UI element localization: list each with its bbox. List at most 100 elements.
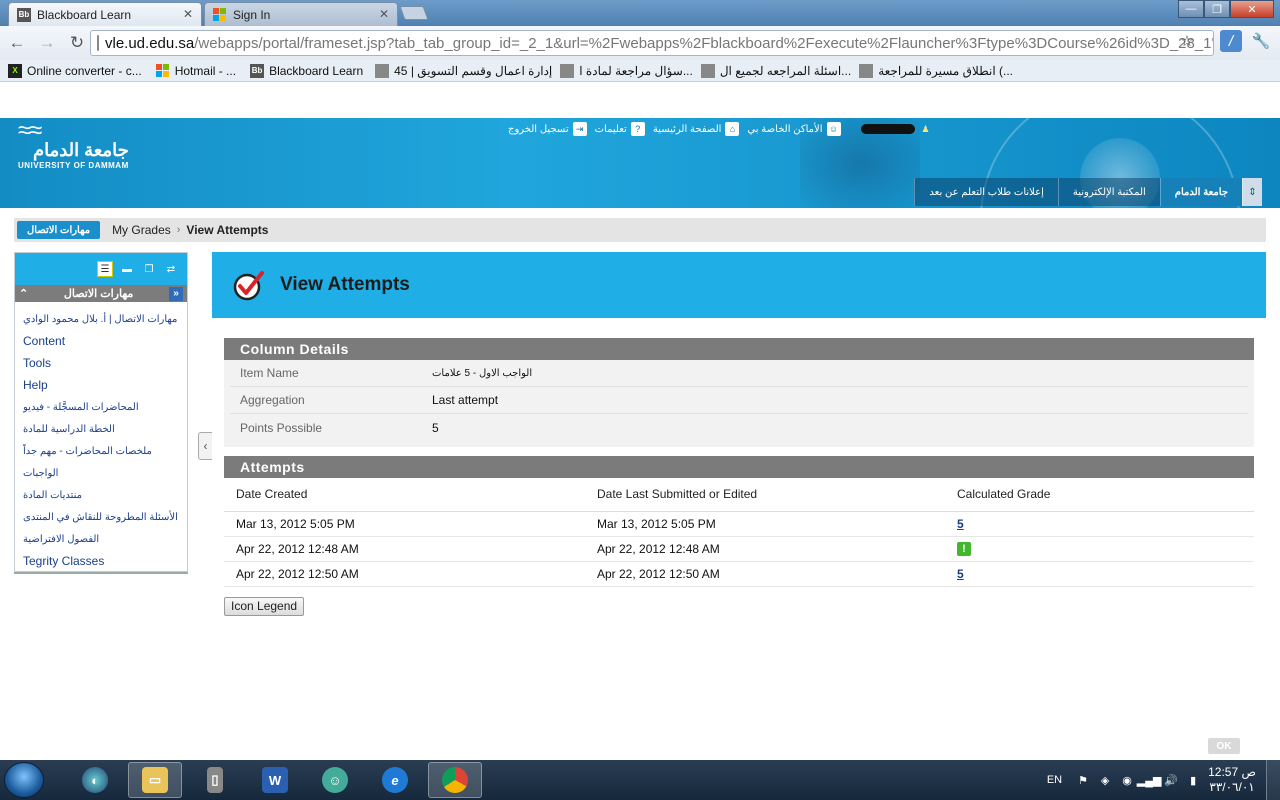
logout-icon: ⇥ (572, 122, 587, 136)
menu-item-tegrity[interactable]: Tegrity Classes (23, 550, 179, 572)
breadcrumb-my-grades[interactable]: My Grades (112, 223, 171, 237)
new-tab-button[interactable] (399, 6, 429, 20)
tab-blackboard-learn[interactable]: Bb Blackboard Learn ✕ (8, 2, 202, 26)
menu-item[interactable]: منتديات المادة (23, 484, 179, 506)
list-view-icon[interactable]: ☰ (97, 261, 113, 277)
detail-row: Points Possible 5 (240, 420, 439, 435)
browser-tab-strip: Bb Blackboard Learn ✕ Sign In ✕ — ❐ ✕ (0, 0, 1280, 26)
tab-university[interactable]: جامعة الدمام (1159, 178, 1242, 206)
signal-icon[interactable]: ▂▄▆ (1137, 773, 1162, 787)
bookmark-item[interactable]: X Online converter - c... (8, 63, 142, 78)
new-window-icon[interactable]: ❐ (141, 261, 157, 277)
table-row: Apr 22, 2012 12:50 AM Apr 22, 2012 12:50… (224, 561, 1254, 587)
menu-item[interactable]: مهارات الاتصال | أ. بلال محمود الوادي (23, 308, 179, 330)
chevron-right-icon: › (176, 224, 181, 236)
grade-link[interactable]: 5 (957, 517, 964, 531)
restore-button[interactable]: ❐ (1204, 0, 1230, 18)
antivirus-icon[interactable]: ◈ (1098, 773, 1112, 787)
network-app-icon[interactable]: ◉ (1120, 773, 1134, 787)
taskbar-app[interactable]: ☺ (308, 762, 362, 798)
double-chevron-icon[interactable]: » (169, 286, 183, 301)
address-bar[interactable]: vle.ud.edu.sa/webapps/portal/frameset.js… (90, 30, 1214, 56)
show-desktop-button[interactable] (1266, 760, 1280, 800)
clock[interactable]: 12:57 ص ٣٣/٠٦/٠١ (1208, 765, 1256, 795)
folder-view-icon[interactable]: ▬ (119, 261, 135, 277)
icon-legend-button[interactable]: Icon Legend (224, 596, 305, 616)
blackboard-favicon-icon: Bb (250, 63, 265, 78)
forward-arrow-icon[interactable]: → (34, 30, 60, 56)
menu-item[interactable]: الفصول الافتراضية (23, 528, 179, 550)
attempts-heading: Attempts (224, 456, 1254, 478)
menu-item[interactable]: الخطة الدراسية للمادة (23, 418, 179, 440)
bookmark-item[interactable]: Bb Blackboard Learn (250, 63, 363, 78)
close-icon[interactable]: ✕ (379, 7, 389, 21)
reload-icon[interactable]: ↻ (64, 30, 90, 56)
page-icon (859, 63, 874, 78)
bookmark-item[interactable]: انطلاق مسيرة للمراجعة (... (859, 63, 1013, 78)
column-header: Calculated Grade (945, 478, 1254, 512)
university-logo[interactable]: ≈≈ جامعة الدمام UNIVERSITY OF DAMMAM (18, 119, 129, 171)
volume-icon[interactable]: 🔊 (1164, 773, 1178, 787)
page-icon (375, 63, 390, 78)
expand-header-icon[interactable]: ⇕ (1242, 178, 1262, 206)
menu-item[interactable]: المحاضرات المسجَّلة - فيديو (23, 396, 179, 418)
taskbar-app[interactable]: e (368, 762, 422, 798)
column-details-heading: Column Details (224, 338, 1254, 360)
taskbar-app[interactable]: ◐ (68, 762, 122, 798)
power-icon[interactable]: ▮ (1186, 773, 1200, 787)
table-header-row: Date Created Date Last Submitted or Edit… (224, 478, 1254, 512)
page-icon (97, 35, 99, 51)
clock-date: ٣٣/٠٦/٠١ (1209, 780, 1255, 794)
language-indicator[interactable]: EN (1047, 774, 1062, 786)
home-link[interactable]: الصفحة الرئيسية ⌂ (653, 122, 740, 136)
back-arrow-icon[interactable]: ← (4, 30, 30, 56)
refresh-icon[interactable]: ⇄ (163, 261, 179, 277)
minimize-button[interactable]: — (1178, 0, 1204, 18)
menu-item-help[interactable]: Help (23, 374, 179, 396)
menu-item-tools[interactable]: Tools (23, 352, 179, 374)
attempts-table: Date Created Date Last Submitted or Edit… (224, 478, 1254, 587)
bookmark-item[interactable]: سؤال مراجعة لمادة ا... (560, 63, 693, 78)
taskbar-app[interactable]: ▭ (128, 762, 182, 798)
taskbar-app[interactable]: W (248, 762, 302, 798)
bookmark-item[interactable]: اسئلة المراجعه لجميع ال... (700, 63, 851, 78)
flag-icon[interactable]: ⚑ (1076, 773, 1090, 787)
bookmark-star-icon[interactable]: ☆ (1176, 30, 1198, 52)
tab-sign-in[interactable]: Sign In ✕ (204, 2, 398, 26)
logout-link[interactable]: تسجيل الخروج ⇥ (508, 122, 587, 136)
bookmark-item[interactable]: Hotmail - ... (155, 63, 236, 78)
ok-button[interactable]: OK (1208, 738, 1240, 754)
wrench-icon[interactable]: 🔧 (1250, 30, 1272, 52)
grade-link[interactable]: 5 (957, 567, 964, 581)
start-orb-icon[interactable] (4, 762, 44, 798)
grade-check-icon (233, 271, 264, 301)
close-icon[interactable]: ✕ (183, 7, 193, 21)
menu-item[interactable]: ملخصات المحاضرات - مهم جداً (23, 440, 179, 462)
chrome-icon (442, 767, 468, 793)
collapse-menu-handle[interactable]: ‹ (198, 432, 212, 460)
course-menu-list: مهارات الاتصال | أ. بلال محمود الوادي Co… (15, 302, 187, 572)
taskbar-app[interactable]: ▯ (188, 762, 242, 798)
tab-distance-learning-announcements[interactable]: إعلانات طلاب التعلم عن بعد (914, 178, 1058, 206)
taskbar-app[interactable] (428, 762, 482, 798)
tab-e-library[interactable]: المكتبة الإلكترونية (1057, 178, 1160, 206)
messenger-icon: ☺ (322, 767, 348, 793)
course-menu-header[interactable]: ⌃ مهارات الاتصال » (15, 285, 187, 302)
page-icon (560, 63, 575, 78)
user-name[interactable]: ♟ (860, 122, 933, 136)
windows-taskbar: ◐ ▭ ▯ W ☺ e EN ⚑ ◈ ◉ ▂▄▆ 🔊 ▮ 12:57 ص ٣٣/… (0, 760, 1280, 800)
breadcrumb-current: View Attempts (186, 223, 269, 237)
extension-icon[interactable]: / (1220, 30, 1242, 52)
menu-item[interactable]: الواجبات (23, 462, 179, 484)
needs-grading-icon[interactable]: ! (957, 542, 971, 556)
help-link[interactable]: تعليمات? (595, 122, 645, 136)
tab-label: Blackboard Learn (37, 7, 132, 22)
close-window-button[interactable]: ✕ (1230, 0, 1274, 18)
my-places-link[interactable]: الأماكن الخاصة بي ☺ (747, 122, 841, 136)
course-button[interactable]: مهارات الاتصال (17, 221, 101, 239)
menu-item[interactable]: الأسئلة المطروحة للنقاش في المنتدى (23, 506, 179, 528)
bookmark-item[interactable]: إدارة اعمال وقسم التسويق | 45 (375, 63, 552, 78)
course-menu-toolbar: ☰ ▬ ❐ ⇄ (15, 253, 187, 285)
attempts-panel: Attempts Date Created Date Last Submitte… (224, 456, 1254, 616)
menu-item-content[interactable]: Content (23, 330, 179, 352)
